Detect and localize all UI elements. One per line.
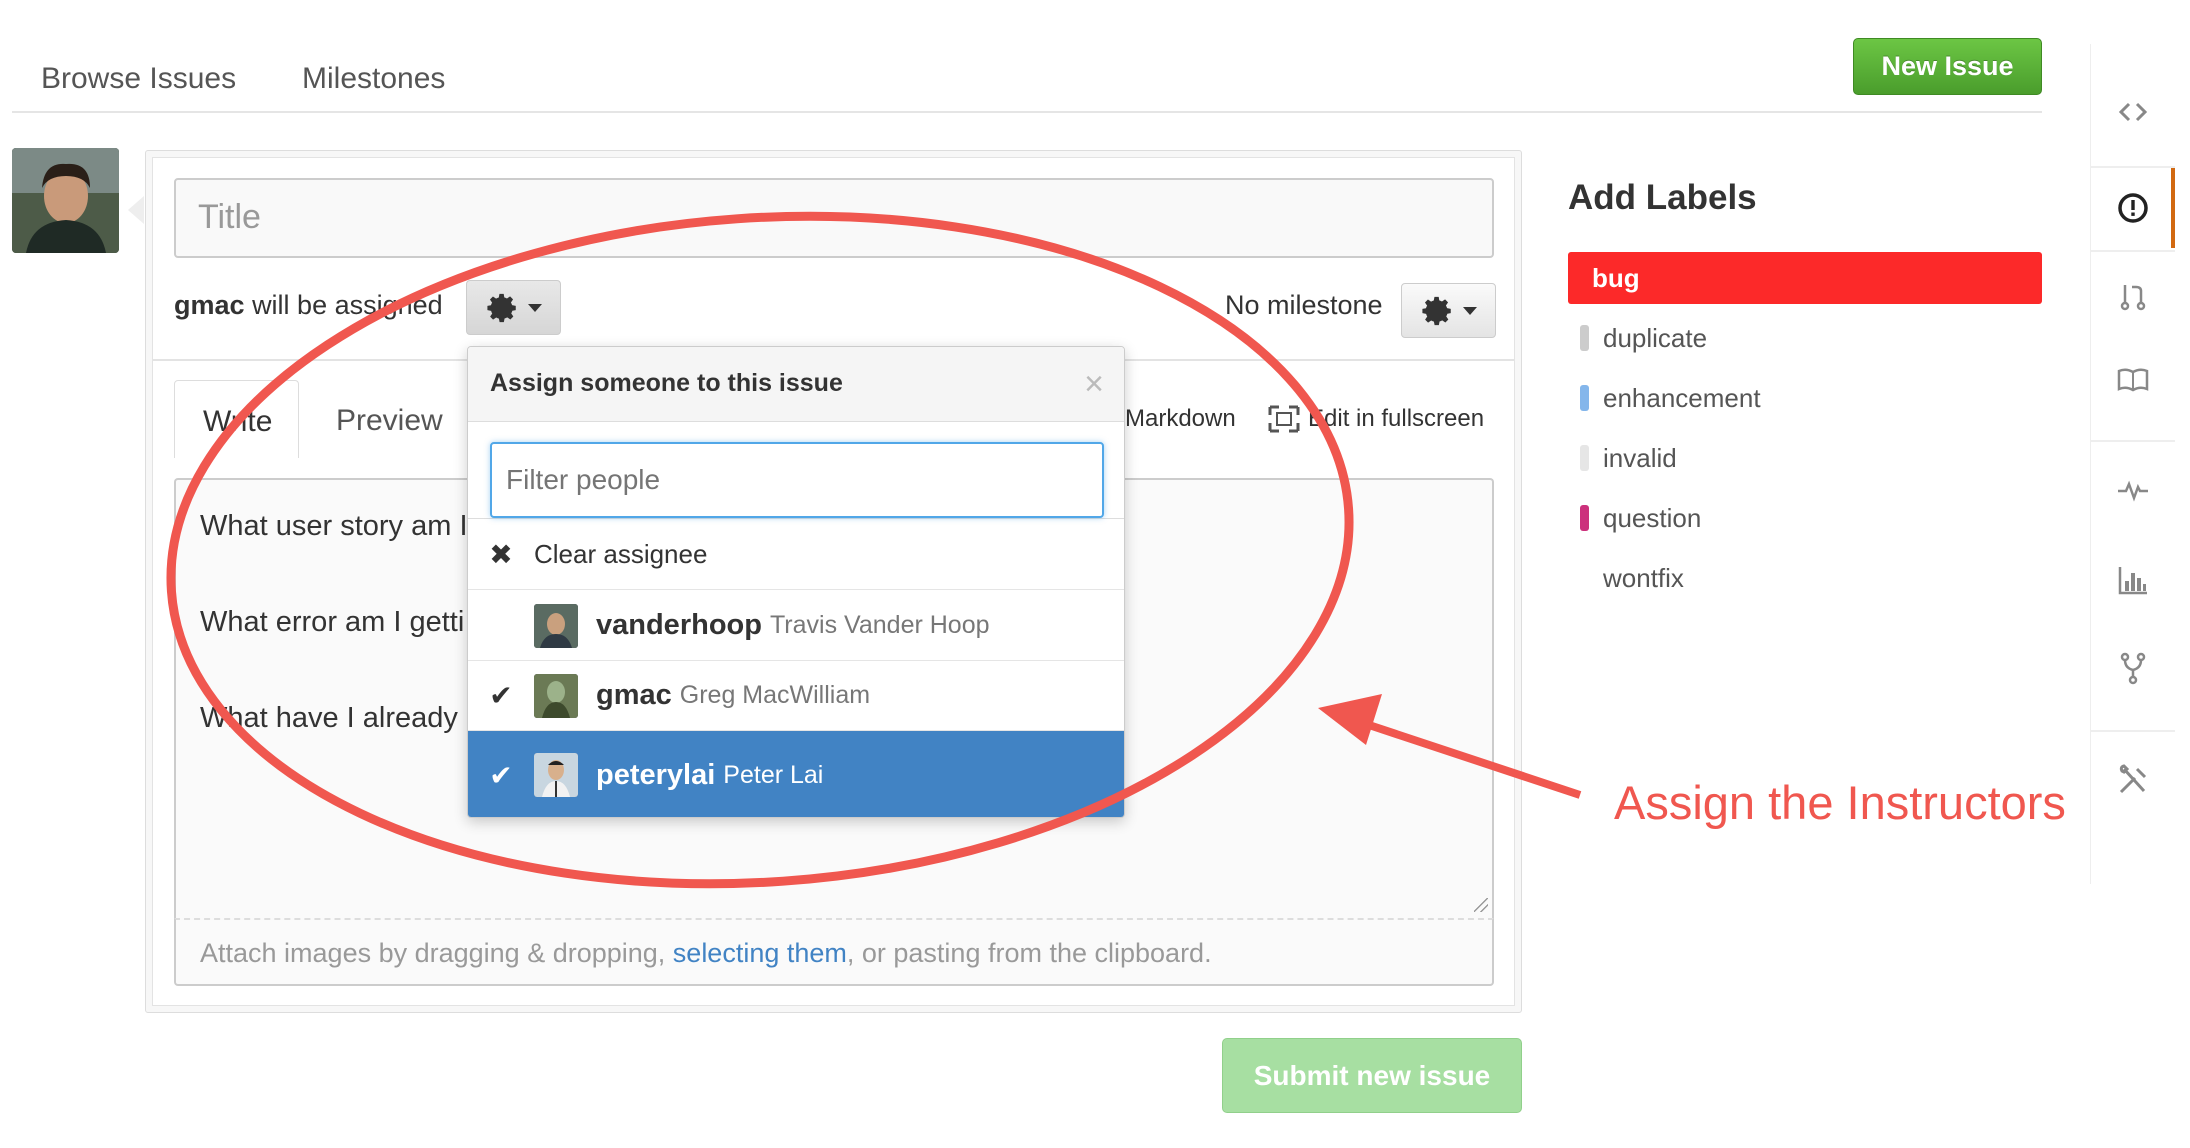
assignee-option-gmac[interactable]: ✔ gmac Greg MacWilliam (468, 661, 1124, 731)
gear-icon (1421, 296, 1451, 325)
submit-new-issue-button[interactable]: Submit new issue (1222, 1038, 1522, 1113)
close-icon[interactable]: × (1084, 365, 1104, 404)
filter-wrap (468, 422, 1124, 519)
label-duplicate[interactable]: duplicate (1568, 312, 2042, 364)
assignee-login: gmac (174, 290, 245, 320)
label-swatch (1580, 385, 1589, 411)
markdown-link[interactable]: Markdown (1125, 405, 1236, 433)
label-name: question (1603, 502, 1702, 533)
graphs-icon[interactable] (2091, 544, 2175, 616)
body-line: What have I already (200, 702, 458, 734)
label-name: wontfix (1603, 562, 1684, 593)
milestone-gear-button[interactable] (1401, 283, 1496, 338)
title-input[interactable]: Title (174, 178, 1494, 258)
label-name: duplicate (1603, 322, 1708, 353)
attach-images-bar: Attach images by dragging & dropping, se… (174, 918, 1494, 986)
attach-text-before: Attach images by dragging & dropping, (200, 938, 673, 968)
pull-request-icon[interactable] (2091, 260, 2175, 332)
fullscreen-label: Edit in fullscreen (1308, 405, 1485, 432)
network-icon[interactable] (2091, 632, 2175, 704)
resize-handle[interactable] (1474, 898, 1488, 912)
label-name: bug (1592, 262, 1640, 293)
avatar (534, 603, 578, 648)
x-icon: ✖ (489, 539, 513, 570)
assignee-fullname: Peter Lai (723, 760, 824, 789)
issues-icon[interactable] (2091, 172, 2175, 244)
avatar (534, 673, 578, 718)
assignee-dropdown: Assign someone to this issue × ✖ Clear a… (467, 346, 1125, 818)
tab-write[interactable]: Write (174, 380, 299, 458)
label-question[interactable]: question (1568, 492, 2042, 544)
code-icon[interactable] (2091, 76, 2175, 148)
milestone-status: No milestone (1225, 290, 1383, 320)
label-name: invalid (1603, 442, 1677, 473)
clear-assignee-item[interactable]: ✖ Clear assignee (468, 520, 1124, 590)
selecting-them-link[interactable]: selecting them (673, 938, 847, 968)
labels-title: Add Labels (1568, 178, 1757, 217)
nav-divider (2091, 730, 2175, 732)
assignee-text: will be assigned (252, 290, 443, 320)
avatar[interactable] (12, 148, 119, 253)
label-swatch (1580, 325, 1589, 351)
wiki-icon[interactable] (2091, 344, 2175, 416)
check-icon: ✔ (489, 680, 513, 711)
assignee-login: gmac (596, 679, 672, 711)
assignee-login: peterylai (596, 758, 716, 791)
top-nav: Browse Issues Milestones (12, 0, 2042, 113)
clear-assignee-label: Clear assignee (534, 539, 708, 569)
assignee-option-peterylai[interactable]: ✔ peterylai Peter Lai (468, 731, 1124, 817)
body-line: What user story am I (200, 510, 468, 542)
assignee-fullname: Greg MacWilliam (679, 681, 871, 709)
label-swatch (1580, 565, 1589, 591)
nav-divider (2091, 250, 2175, 252)
attach-text-after: , or pasting from the clipboard. (846, 938, 1212, 968)
label-enhancement[interactable]: enhancement (1568, 372, 2042, 424)
fullscreen-icon (1268, 405, 1300, 433)
nav-divider (2091, 440, 2175, 442)
label-bug[interactable]: bug (1568, 252, 2042, 304)
avatar (534, 753, 578, 797)
milestones-link[interactable]: Milestones (302, 62, 445, 96)
assignee-status: gmac will be assigned (174, 290, 443, 321)
label-wontfix[interactable]: wontfix (1568, 552, 2042, 604)
dropdown-title: Assign someone to this issue (490, 369, 843, 397)
pulse-icon[interactable] (2091, 454, 2175, 526)
nav-divider (2091, 166, 2175, 168)
browse-issues-link[interactable]: Browse Issues (41, 62, 236, 96)
comment-bubble-tip (128, 196, 144, 224)
fullscreen-link[interactable]: Edit in fullscreen (1268, 405, 1484, 433)
gear-icon (486, 293, 516, 322)
assignee-login: vanderhoop (596, 609, 762, 641)
annotation-label: Assign the Instructors (1614, 776, 2066, 829)
assignee-option-vanderhoop[interactable]: vanderhoop Travis Vander Hoop (468, 591, 1124, 661)
label-invalid[interactable]: invalid (1568, 432, 2042, 484)
chevron-down-icon (1462, 306, 1477, 315)
tab-preview[interactable]: Preview (308, 380, 471, 458)
body-line: What error am I getti (200, 606, 465, 638)
label-swatch (1580, 445, 1589, 471)
assignee-fullname: Travis Vander Hoop (769, 611, 990, 639)
repo-nav (2090, 44, 2190, 884)
check-icon: ✔ (489, 759, 513, 791)
assignee-gear-button[interactable] (466, 280, 561, 335)
active-indicator (2171, 168, 2175, 248)
new-issue-button[interactable]: New Issue (1853, 38, 2042, 95)
label-name: enhancement (1603, 382, 1761, 413)
filter-people-input[interactable] (490, 442, 1104, 518)
chevron-down-icon (527, 303, 542, 312)
settings-icon[interactable] (2091, 744, 2175, 816)
label-swatch (1580, 505, 1589, 531)
dropdown-header: Assign someone to this issue (468, 347, 1124, 422)
